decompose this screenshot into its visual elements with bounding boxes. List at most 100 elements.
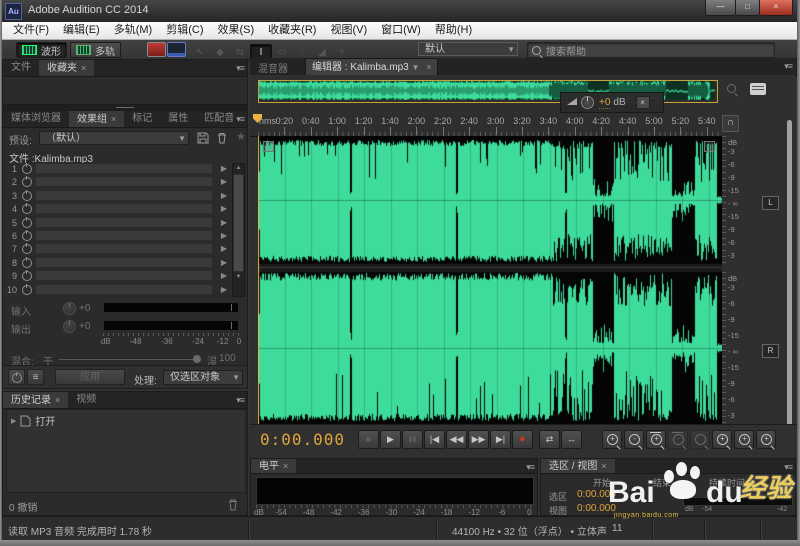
minimize-button[interactable]: — bbox=[705, 0, 736, 16]
zoom-out-full-button[interactable]: - bbox=[668, 430, 688, 449]
close-icon[interactable]: × bbox=[636, 96, 650, 109]
close-icon[interactable]: × bbox=[601, 461, 606, 471]
power-icon[interactable] bbox=[22, 271, 32, 281]
pause-button[interactable]: ▮▮ bbox=[402, 430, 423, 449]
tab-effects-2[interactable]: 标记 bbox=[124, 111, 160, 127]
rewind-button[interactable]: ◀◀ bbox=[446, 430, 467, 449]
monitor-icon[interactable]: ∩ bbox=[722, 115, 739, 132]
scroll-up-icon[interactable]: ▲ bbox=[233, 164, 244, 173]
slot-insert[interactable] bbox=[35, 270, 213, 281]
loop-playback-button[interactable]: ⇄ bbox=[539, 430, 560, 449]
tab-history-0[interactable]: 历史记录× bbox=[3, 392, 68, 408]
preset-dropdown[interactable]: （默认） ▼ bbox=[39, 131, 189, 145]
scroll-down-icon[interactable]: ▼ bbox=[233, 273, 244, 282]
slot-insert[interactable] bbox=[35, 217, 213, 228]
multitrack-view-button[interactable]: 多轨 bbox=[70, 42, 121, 58]
waveform-display-button[interactable] bbox=[147, 42, 166, 57]
close-icon[interactable]: × bbox=[81, 63, 86, 73]
vertical-scrollbar[interactable] bbox=[787, 120, 792, 430]
menu-item-5[interactable]: 收藏夹(R) bbox=[261, 22, 323, 39]
tab-effects-3[interactable]: 属性 bbox=[160, 111, 196, 127]
tab-selection-view[interactable]: 选区 / 视图× bbox=[541, 459, 615, 473]
save-preset-icon[interactable] bbox=[197, 132, 209, 144]
power-icon[interactable] bbox=[22, 244, 32, 254]
slot-arrow-icon[interactable]: ▶ bbox=[221, 244, 227, 253]
zoom-reset-button[interactable] bbox=[690, 430, 710, 449]
effect-slot-1[interactable]: 1▶ bbox=[3, 163, 227, 175]
close-icon[interactable]: × bbox=[55, 395, 60, 405]
panel-menu-icon[interactable]: ▾≡ bbox=[784, 462, 792, 473]
waveform-display[interactable] bbox=[258, 136, 722, 424]
menu-item-3[interactable]: 剪辑(C) bbox=[159, 22, 210, 39]
tab-history-1[interactable]: 视频 bbox=[68, 392, 104, 408]
slot-insert[interactable] bbox=[35, 176, 213, 187]
power-icon[interactable] bbox=[22, 204, 32, 214]
power-icon[interactable] bbox=[22, 177, 32, 187]
rack-power-button[interactable] bbox=[8, 369, 25, 385]
menu-item-7[interactable]: 窗口(W) bbox=[374, 22, 428, 39]
zoom-in-horizontal-button[interactable]: + bbox=[602, 430, 622, 449]
input-gain-knob[interactable] bbox=[63, 302, 76, 315]
slot-arrow-icon[interactable]: ▶ bbox=[221, 258, 227, 267]
power-icon[interactable] bbox=[22, 191, 32, 201]
overview-zoom-icon[interactable] bbox=[727, 84, 736, 93]
mix-slider-handle[interactable] bbox=[193, 355, 201, 363]
volume-hud[interactable]: +0 dB × bbox=[560, 92, 664, 113]
tab-files[interactable]: 文件 bbox=[3, 60, 39, 76]
scrollbar-thumb[interactable] bbox=[233, 174, 244, 272]
effect-slot-2[interactable]: 2▶ bbox=[3, 176, 227, 188]
power-icon[interactable] bbox=[22, 231, 32, 241]
play-button[interactable]: ▶ bbox=[380, 430, 401, 449]
slot-arrow-icon[interactable]: ▶ bbox=[221, 285, 227, 294]
razor-tool[interactable]: ◆ bbox=[210, 45, 230, 60]
apply-button[interactable]: 应用 bbox=[55, 369, 125, 385]
left-channel-button[interactable]: L bbox=[762, 196, 779, 210]
close-button[interactable]: × bbox=[759, 0, 793, 16]
mix-slider[interactable] bbox=[59, 359, 199, 360]
panel-menu-icon[interactable]: ▾≡ bbox=[236, 114, 244, 125]
go-to-start-button[interactable]: |◀ bbox=[424, 430, 445, 449]
effect-slot-5[interactable]: 5▶ bbox=[3, 217, 227, 229]
selection-start-value[interactable]: 0:00.000 bbox=[577, 489, 616, 500]
skip-selection-button[interactable]: ↔ bbox=[561, 430, 582, 449]
timeline-ruler[interactable]: hms 0:200:401:001:201:402:002:202:403:00… bbox=[250, 114, 722, 137]
slot-insert[interactable] bbox=[35, 163, 213, 174]
tab-levels[interactable]: 电平× bbox=[251, 459, 296, 473]
slot-insert[interactable] bbox=[35, 257, 213, 268]
effect-slot-10[interactable]: 10▶ bbox=[3, 284, 227, 296]
go-to-end-button[interactable]: ▶| bbox=[490, 430, 511, 449]
rack-list-button[interactable]: ≡ bbox=[27, 369, 44, 385]
slot-arrow-icon[interactable]: ▶ bbox=[221, 231, 227, 240]
slot-arrow-icon[interactable]: ▶ bbox=[221, 164, 227, 173]
close-icon[interactable]: × bbox=[283, 461, 288, 471]
zoom-to-selection-button[interactable]: + bbox=[756, 430, 776, 449]
time-display[interactable]: 0:00.000 bbox=[260, 430, 345, 449]
slot-insert[interactable] bbox=[35, 243, 213, 254]
hud-gain-value[interactable]: +0 bbox=[599, 97, 610, 109]
effect-slot-7[interactable]: 7▶ bbox=[3, 243, 227, 255]
view-start-value[interactable]: 0:00.000 bbox=[577, 503, 616, 514]
power-icon[interactable] bbox=[22, 285, 32, 295]
overview-menu-icon[interactable] bbox=[750, 83, 766, 95]
menu-item-0[interactable]: 文件(F) bbox=[6, 22, 56, 39]
effect-slot-8[interactable]: 8▶ bbox=[3, 257, 227, 269]
panel-menu-icon[interactable]: ▾≡ bbox=[236, 63, 244, 74]
slot-arrow-icon[interactable]: ▶ bbox=[221, 204, 227, 213]
close-icon[interactable]: × bbox=[111, 114, 116, 124]
close-icon[interactable]: × bbox=[426, 62, 431, 72]
slot-insert[interactable] bbox=[35, 284, 213, 295]
effect-slot-9[interactable]: 9▶ bbox=[3, 270, 227, 282]
spectral-display-button[interactable] bbox=[167, 42, 186, 57]
waveform-view-button[interactable]: 波形 bbox=[16, 42, 67, 58]
move-tool[interactable]: ↖ bbox=[190, 45, 210, 60]
fast-forward-button[interactable]: ▶▶ bbox=[468, 430, 489, 449]
effect-slot-6[interactable]: 6▶ bbox=[3, 230, 227, 242]
search-help-input[interactable]: 搜索帮助 bbox=[527, 42, 775, 58]
slot-insert[interactable] bbox=[35, 190, 213, 201]
slot-insert[interactable] bbox=[35, 203, 213, 214]
menu-item-4[interactable]: 效果(S) bbox=[211, 22, 262, 39]
maximize-button[interactable]: □ bbox=[735, 0, 760, 16]
process-dropdown[interactable]: 仅选区对象 ▼ bbox=[163, 370, 243, 385]
delete-preset-icon[interactable] bbox=[216, 132, 228, 144]
chevron-down-icon[interactable]: ▼ bbox=[411, 63, 419, 72]
